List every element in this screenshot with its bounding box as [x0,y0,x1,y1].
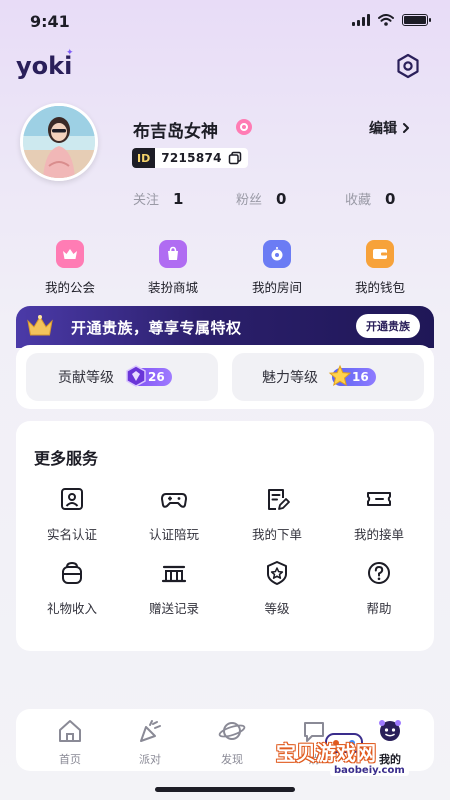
service-label: 礼物收入 [46,601,97,616]
level-badge: 26 [126,365,172,387]
stat-label: 粉丝 [236,193,263,208]
service-help[interactable]: 帮助 [327,559,431,617]
stat-label: 关注 [133,193,160,208]
service-gift-income[interactable]: 礼物收入 [20,559,124,617]
home-indicator [155,787,295,792]
tab-discover[interactable]: 发现 [202,717,262,767]
service-real-name-auth[interactable]: 实名认证 [20,485,124,543]
stat-value: 0 [385,189,396,208]
tab-label: 派对 [139,753,161,766]
user-id-box: ID 7215874 [132,148,248,168]
quick-entry-wallet[interactable]: 我的钱包 [340,240,420,296]
shopping-bag-icon [159,240,187,268]
quick-entry-label: 我的房间 [251,280,302,295]
star-badge-icon [328,364,352,387]
level-label: 魅力等级 [262,370,318,386]
party-icon [140,720,161,742]
service-label: 帮助 [366,601,392,616]
watermark-url: baobeiy.com [330,765,409,776]
avatar[interactable] [20,103,98,181]
stat-fans[interactable]: 粉丝 0 [236,189,287,209]
help-icon [368,562,390,584]
guild-icon [56,240,84,268]
app-logo: yoki [16,52,73,80]
level-label: 贡献等级 [58,370,114,386]
order-edit-icon [268,489,290,510]
service-my-accepted-orders[interactable]: 我的接单 [327,485,431,543]
settings-icon[interactable] [394,52,422,80]
crown-icon [27,315,53,336]
open-vip-button[interactable]: 开通贵族 [356,314,420,338]
service-label: 赠送记录 [148,601,199,616]
level-badge-icon [267,561,287,585]
stat-value: 1 [173,189,184,208]
level-badge: 16 [328,364,376,387]
charm-level[interactable]: 魅力等级 16 [232,353,424,401]
user-id-number: 7215874 [161,151,222,165]
chevron-right-icon [403,123,409,133]
wallet-icon [366,240,394,268]
quick-entry-guild[interactable]: 我的公会 [30,240,110,296]
home-icon [59,720,81,742]
planet-icon [218,722,246,740]
tab-party[interactable]: 派对 [120,717,180,767]
stat-value: 0 [276,189,287,208]
id-card-icon [61,488,83,510]
vip-banner-text: 开通贵族，尊享专属特权 [71,319,242,337]
gender-badge-icon [236,119,252,135]
service-my-orders[interactable]: 我的下单 [225,485,329,543]
status-icons [352,14,431,26]
logo-sparkle-icon: ✦ [66,48,74,58]
quick-entry-room[interactable]: 我的房间 [237,240,317,296]
service-label: 等级 [264,601,290,616]
service-level[interactable]: 等级 [225,559,329,617]
service-label: 我的下单 [251,527,302,542]
services-title: 更多服务 [34,449,99,468]
quick-entry-label: 我的钱包 [354,280,405,295]
id-tag: ID [132,148,156,168]
edit-label: 编辑 [369,121,397,137]
stat-favorites[interactable]: 收藏 0 [345,189,396,209]
stat-label: 收藏 [345,193,372,208]
more-services-card: 更多服务 实名认证 认证陪玩 我的下单 我的接单 礼物收入 赠送记录 等级 帮助 [16,421,434,651]
contribution-level[interactable]: 贡献等级 26 [26,353,218,401]
username: 布吉岛女神 [133,122,218,142]
level-value: 16 [352,370,369,384]
stat-following[interactable]: 关注 1 [133,189,184,209]
avatar-photo [23,106,95,178]
quick-entry-label: 我的公会 [44,280,95,295]
service-label: 实名认证 [46,527,97,542]
vip-banner[interactable]: 开通贵族，尊享专属特权 开通贵族 [16,306,434,348]
wifi-icon [378,14,394,26]
tab-label: 首页 [59,753,81,766]
gem-icon [126,365,146,387]
service-certified-companion[interactable]: 认证陪玩 [122,485,226,543]
record-icon [161,565,187,583]
tab-home[interactable]: 首页 [40,717,100,767]
battery-icon [402,14,431,26]
status-time: 9:41 [30,12,70,31]
signal-icon [352,14,370,26]
service-gift-records[interactable]: 赠送记录 [122,559,226,617]
status-bar: 9:41 [0,0,450,44]
service-label: 我的接单 [353,527,404,542]
quick-entry-label: 装扮商城 [147,280,198,295]
service-label: 认证陪玩 [148,527,199,542]
watermark-text: 宝贝游戏网 [276,741,376,765]
gift-income-icon [62,561,82,584]
tab-label: 发现 [221,753,243,766]
ticket-icon [367,492,391,506]
level-value: 26 [148,370,165,384]
copy-icon[interactable] [228,151,242,165]
room-icon [263,240,291,268]
gamepad-icon [161,493,187,508]
quick-entry-shop[interactable]: 装扮商城 [133,240,213,296]
edit-profile-button[interactable]: 编辑 [369,118,411,138]
levels-card: 贡献等级 26 魅力等级 16 [16,345,434,409]
